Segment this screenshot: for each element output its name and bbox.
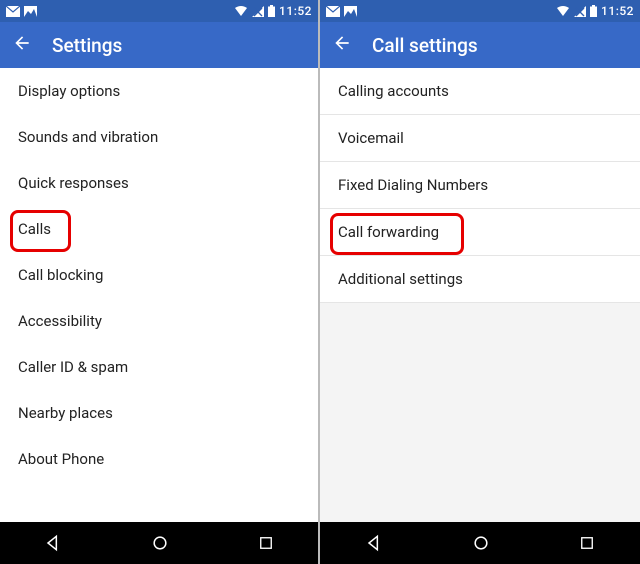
list-item-call-forwarding[interactable]: Call forwarding [320, 209, 640, 256]
screen-call-settings: 11:52 Call settings Calling accounts Voi… [320, 0, 640, 564]
item-label: Quick responses [18, 174, 129, 192]
back-icon[interactable] [12, 33, 32, 57]
nav-bar [320, 522, 640, 564]
list-item[interactable]: Fixed Dialing Numbers [320, 162, 640, 209]
item-label: Nearby places [18, 404, 113, 422]
item-label: Voicemail [338, 129, 404, 147]
photo-icon [344, 6, 357, 17]
appbar-title: Settings [52, 34, 122, 57]
list-item[interactable]: Caller ID & spam [0, 344, 318, 390]
nav-home-icon[interactable] [150, 533, 170, 553]
list-item[interactable]: Quick responses [0, 160, 318, 206]
status-time: 11:52 [601, 4, 634, 18]
nav-back-icon[interactable] [43, 533, 63, 553]
call-settings-list: Calling accounts Voicemail Fixed Dialing… [320, 68, 640, 522]
back-icon[interactable] [332, 33, 352, 57]
list-item[interactable]: About Phone [0, 436, 318, 482]
item-label: Additional settings [338, 270, 463, 288]
item-label: Call forwarding [338, 223, 439, 241]
signal-icon [252, 6, 264, 17]
item-label: About Phone [18, 450, 104, 468]
list-item[interactable]: Nearby places [0, 390, 318, 436]
app-bar: Settings [0, 22, 318, 68]
nav-recent-icon[interactable] [257, 534, 275, 552]
item-label: Accessibility [18, 312, 102, 330]
list-item[interactable]: Additional settings [320, 256, 640, 303]
status-time: 11:52 [279, 4, 312, 18]
item-label: Calls [18, 220, 51, 238]
wifi-icon [556, 6, 570, 17]
item-label: Caller ID & spam [18, 358, 128, 376]
item-label: Call blocking [18, 266, 103, 284]
list-item[interactable]: Call blocking [0, 252, 318, 298]
list-item[interactable]: Sounds and vibration [0, 114, 318, 160]
gmail-icon [6, 6, 20, 17]
nav-bar [0, 522, 318, 564]
item-label: Fixed Dialing Numbers [338, 176, 488, 194]
gmail-icon [326, 6, 340, 17]
status-bar: 11:52 [0, 0, 318, 22]
list-item-calls[interactable]: Calls [0, 206, 318, 252]
item-label: Sounds and vibration [18, 128, 158, 146]
battery-icon [590, 5, 597, 17]
item-label: Display options [18, 82, 120, 100]
wifi-icon [234, 6, 248, 17]
list-item[interactable]: Accessibility [0, 298, 318, 344]
list-item[interactable]: Calling accounts [320, 68, 640, 115]
settings-list: Display options Sounds and vibration Qui… [0, 68, 318, 522]
nav-back-icon[interactable] [364, 533, 384, 553]
app-bar: Call settings [320, 22, 640, 68]
status-bar: 11:52 [320, 0, 640, 22]
list-item[interactable]: Display options [0, 68, 318, 114]
nav-home-icon[interactable] [471, 533, 491, 553]
nav-recent-icon[interactable] [578, 534, 596, 552]
item-label: Calling accounts [338, 82, 449, 100]
photo-icon [24, 6, 37, 17]
appbar-title: Call settings [372, 34, 478, 57]
signal-icon [574, 6, 586, 17]
battery-icon [268, 5, 275, 17]
list-item[interactable]: Voicemail [320, 115, 640, 162]
screen-settings: 11:52 Settings Display options Sounds an… [0, 0, 320, 564]
